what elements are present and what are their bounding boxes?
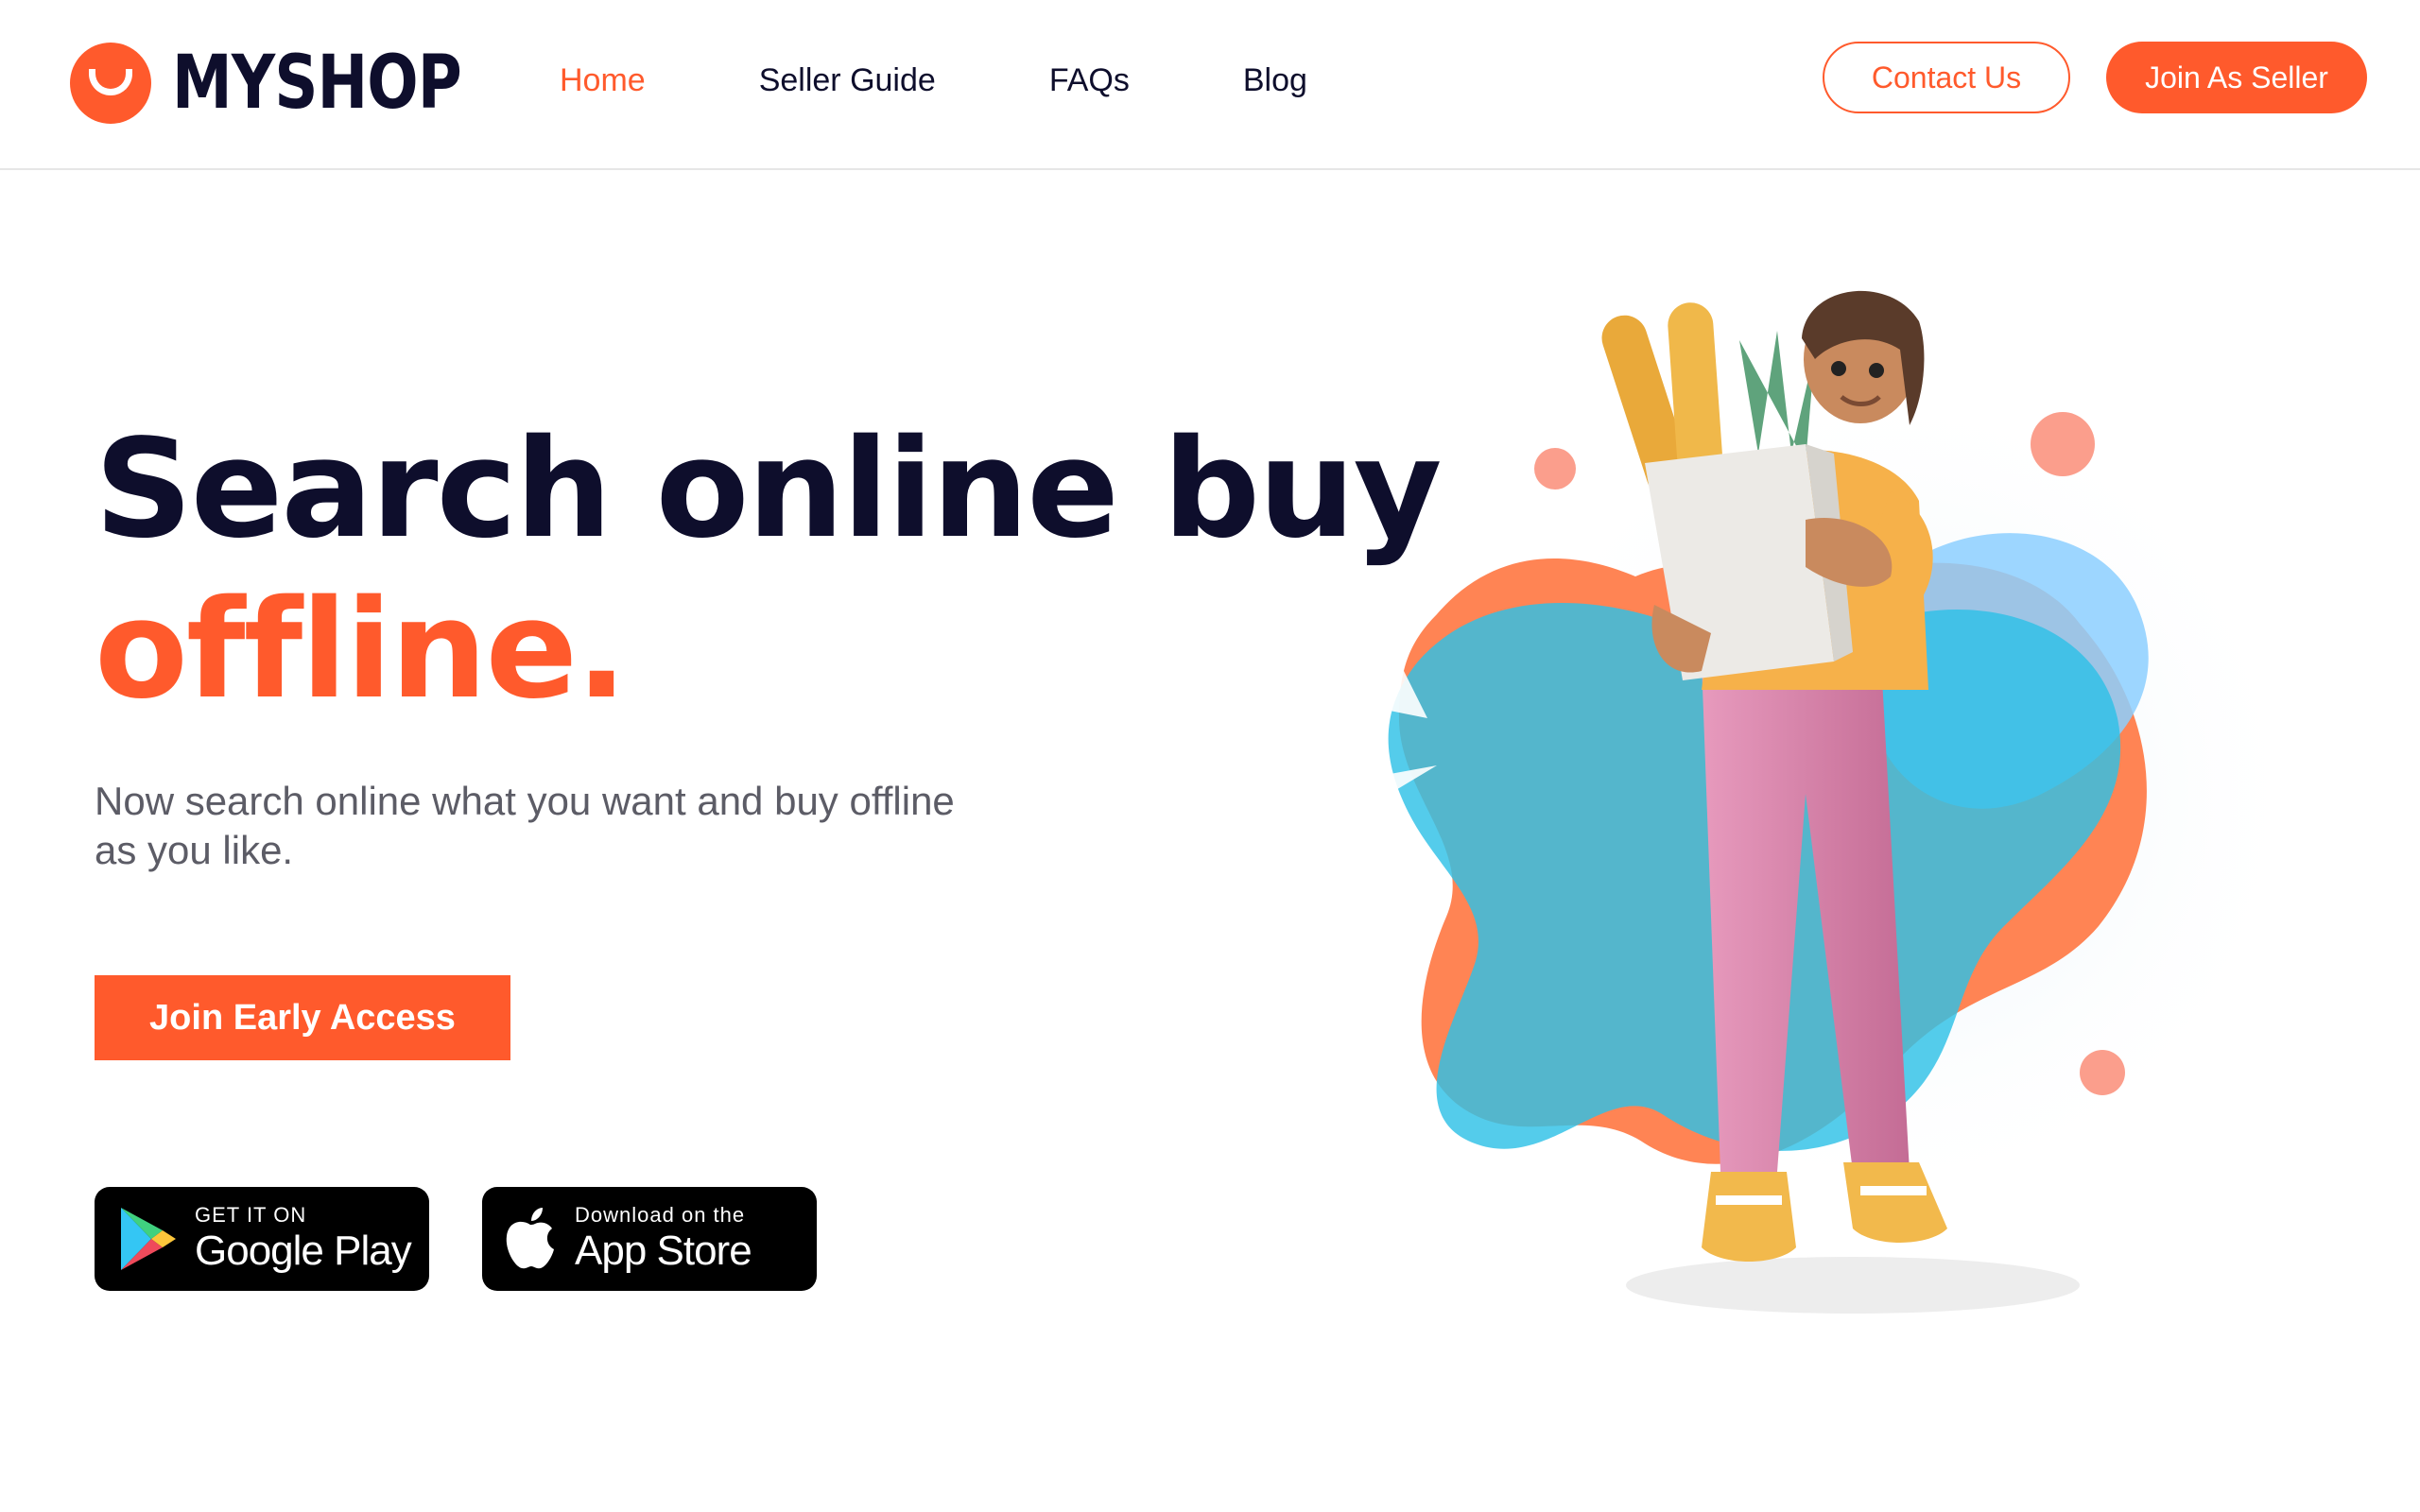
decor-dot [1534,448,1576,490]
decor-dot [2080,1050,2125,1095]
brand-name: MYSHOP [172,41,462,126]
join-early-access-button[interactable]: Join Early Access [95,975,510,1060]
hero-subtitle: Now search online what you want and buy … [95,779,955,872]
app-store-big-text: App Store [575,1228,752,1274]
nav-home[interactable]: Home [560,62,646,99]
smile-logo-icon [70,43,151,124]
shopper-illustration [1380,290,2307,1314]
main-nav: Home Seller Guide FAQs Blog [560,57,1421,104]
logo[interactable]: MYSHOP [70,36,525,130]
join-as-seller-button[interactable]: Join As Seller [2106,42,2367,113]
hero-title-line2: offline. [95,570,628,729]
nav-seller-guide[interactable]: Seller Guide [759,62,936,99]
google-play-small-text: GET IT ON [195,1203,307,1227]
app-store-badge[interactable]: Download on the App Store [482,1187,817,1291]
nav-blog[interactable]: Blog [1243,62,1307,99]
contact-us-button[interactable]: Contact Us [1823,42,2070,113]
google-play-icon [121,1208,176,1270]
hero-title: Search online buy offline. [95,408,1443,730]
hero-title-line1: Search online buy [95,409,1443,568]
nav-faqs[interactable]: FAQs [1049,62,1130,99]
apple-icon [506,1208,554,1269]
google-play-badge[interactable]: GET IT ON Google Play [95,1187,429,1291]
decor-dot [2031,412,2095,476]
app-store-small-text: Download on the [575,1203,746,1227]
google-play-big-text: Google Play [195,1228,412,1274]
site-header: MYSHOP Home Seller Guide FAQs Blog Conta… [0,0,2420,170]
